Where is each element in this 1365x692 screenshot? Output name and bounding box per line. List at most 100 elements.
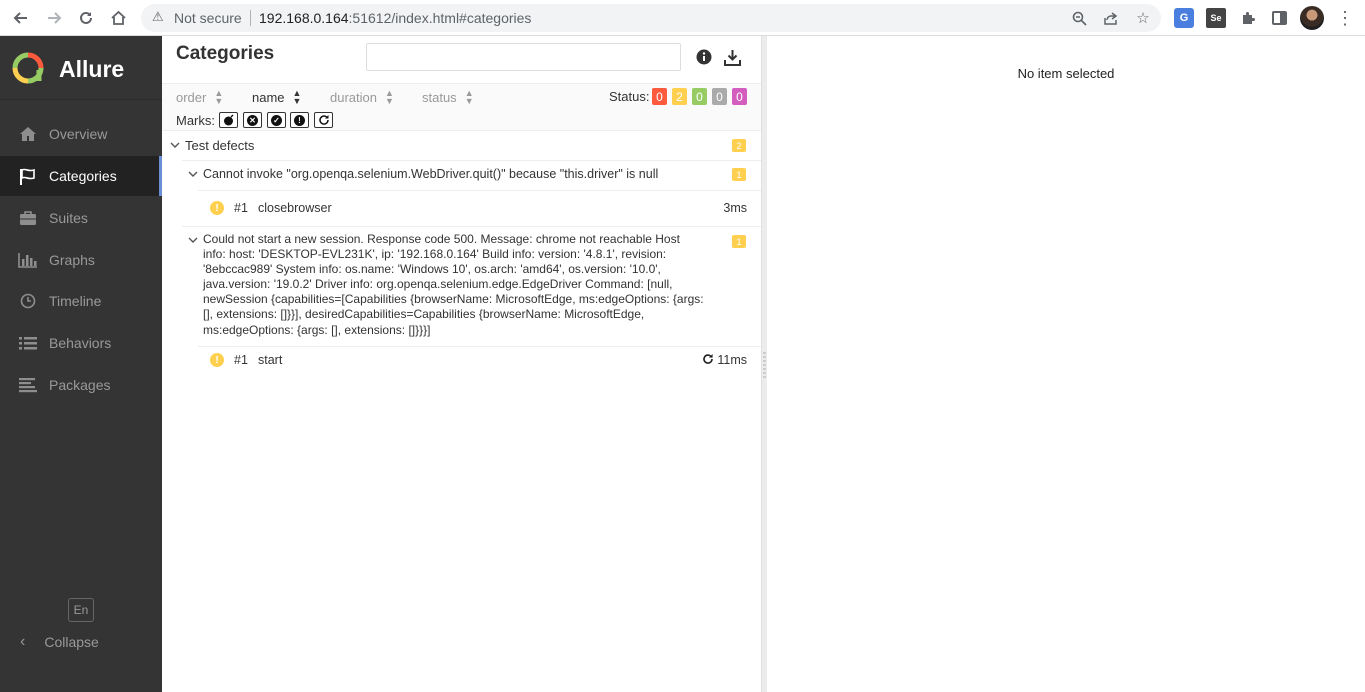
sidebar-item-categories[interactable]: Categories bbox=[0, 156, 162, 196]
share-icon[interactable] bbox=[1101, 8, 1121, 28]
warning-icon[interactable]: ⚠ bbox=[152, 9, 164, 25]
test-name: start bbox=[258, 353, 283, 367]
chevron-down-icon bbox=[170, 140, 180, 150]
chevron-down-icon bbox=[188, 169, 198, 179]
sidebar-item-label: Graphs bbox=[49, 252, 95, 268]
browser-toolbar: ⚠ Not secure 192.168.0.164:51612/index.h… bbox=[0, 0, 1365, 36]
browser-menu-icon[interactable]: ⋮ bbox=[1336, 8, 1354, 28]
test-duration: 3ms bbox=[723, 201, 747, 215]
error-message-line: ms:edgeOptions: {args: [], extensions: [… bbox=[203, 322, 431, 337]
chevron-left-icon: ‹ bbox=[20, 633, 26, 650]
security-status[interactable]: Not secure bbox=[174, 10, 242, 26]
error-message: Could not start a new session. Response … bbox=[203, 232, 728, 338]
selenium-ide-icon[interactable]: Se bbox=[1206, 8, 1226, 28]
mark-flaky-toggle[interactable] bbox=[219, 112, 238, 128]
sidebar-item-label: Timeline bbox=[49, 293, 102, 309]
language-button[interactable]: En bbox=[68, 598, 94, 622]
error-group-row[interactable]: Could not start a new session. Response … bbox=[182, 227, 761, 345]
sort-label: order bbox=[176, 89, 207, 105]
forward-icon[interactable] bbox=[42, 6, 66, 30]
address-bar[interactable]: ⚠ Not secure 192.168.0.164:51612/index.h… bbox=[141, 4, 1161, 32]
flag-icon bbox=[17, 167, 39, 185]
brand[interactable]: Allure bbox=[0, 36, 162, 100]
sidebar-item-suites[interactable]: Suites bbox=[0, 198, 162, 238]
error-group-row[interactable]: Cannot invoke "org.openqa.selenium.WebDr… bbox=[182, 161, 761, 189]
download-icon[interactable] bbox=[723, 48, 741, 66]
divider bbox=[250, 10, 251, 26]
url-text[interactable]: 192.168.0.164:51612/index.html#categorie… bbox=[259, 10, 531, 26]
back-icon[interactable] bbox=[9, 6, 33, 30]
detail-pane: No item selected bbox=[767, 36, 1365, 692]
side-panel-icon[interactable] bbox=[1272, 11, 1287, 25]
sort-by-status[interactable]: status ▲ ▼ bbox=[422, 88, 474, 106]
broken-status-icon: ! bbox=[210, 353, 224, 367]
sort-filter-bar: order ▲ ▼ name ▲ ▼ duration ▲ ▼ status ▲ ▼ S… bbox=[162, 83, 761, 131]
error-message-line: info: host: 'DESKTOP-EVL231K', ip: '192.… bbox=[203, 247, 667, 262]
test-result-row[interactable]: ! #1 start 11ms bbox=[198, 346, 761, 374]
list-icon bbox=[17, 334, 39, 352]
home-icon[interactable] bbox=[106, 6, 130, 30]
error-message-line: Could not start a new session. Response … bbox=[203, 232, 680, 246]
reload-icon[interactable] bbox=[74, 6, 98, 30]
test-name: closebrowser bbox=[258, 201, 332, 215]
sidebar-item-label: Suites bbox=[49, 210, 88, 226]
category-row[interactable]: Test defects 2 bbox=[162, 132, 761, 160]
mark-new-broken-toggle[interactable]: ! bbox=[290, 112, 309, 128]
error-message-line: newSession {capabilities=[Capabilities {… bbox=[203, 292, 704, 307]
profile-avatar[interactable] bbox=[1300, 6, 1324, 30]
sidebar-item-behaviors[interactable]: Behaviors bbox=[0, 323, 162, 363]
categories-pane: Categories order ▲ ▼ name ▲ ▼ duration ▲ ▼ … bbox=[162, 36, 761, 692]
sort-arrows-icon: ▲ ▼ bbox=[214, 88, 224, 106]
url-path: :51612/index.html#categories bbox=[348, 10, 532, 26]
retry-icon bbox=[703, 354, 713, 364]
search-input[interactable] bbox=[366, 43, 681, 71]
test-result-row[interactable]: ! #1 closebrowser 3ms bbox=[198, 190, 761, 226]
sort-arrows-icon: ▲ ▼ bbox=[384, 88, 394, 106]
sidebar-item-graphs[interactable]: Graphs bbox=[0, 240, 162, 280]
url-host: 192.168.0.164 bbox=[259, 10, 349, 26]
info-icon[interactable] bbox=[695, 48, 713, 66]
sort-by-name[interactable]: name ▲ ▼ bbox=[252, 88, 302, 106]
sort-arrows-icon: ▲ ▼ bbox=[464, 88, 474, 106]
sidebar-item-timeline[interactable]: Timeline bbox=[0, 281, 162, 321]
status-filter-label: Status: bbox=[609, 89, 650, 104]
sidebar-item-label: Packages bbox=[49, 377, 111, 393]
empty-state-text: No item selected bbox=[1017, 66, 1115, 81]
chevron-down-icon bbox=[188, 235, 198, 245]
group-count-badge: 1 bbox=[732, 235, 746, 248]
test-index: #1 bbox=[234, 201, 248, 215]
collapse-button[interactable]: ‹ Collapse bbox=[0, 632, 162, 652]
sort-by-duration[interactable]: duration ▲ ▼ bbox=[330, 88, 394, 106]
zoom-icon[interactable] bbox=[1069, 8, 1089, 28]
sort-arrows-icon: ▲ ▼ bbox=[292, 88, 302, 106]
mark-retries-toggle[interactable] bbox=[314, 112, 333, 128]
sidebar-item-packages[interactable]: Packages bbox=[0, 365, 162, 405]
bomb-icon bbox=[223, 114, 233, 126]
sidebar: Allure Overview Categories Suites Graphs… bbox=[0, 36, 162, 692]
status-skipped-toggle[interactable]: 0 bbox=[712, 88, 727, 105]
status-failed-toggle[interactable]: 0 bbox=[652, 88, 667, 105]
mark-new-failed-toggle[interactable]: ✕ bbox=[243, 112, 262, 128]
marks-filter-label: Marks: bbox=[176, 113, 215, 128]
mark-new-passed-toggle[interactable]: ✓ bbox=[267, 112, 286, 128]
sidebar-item-label: Categories bbox=[49, 168, 117, 184]
bar-chart-icon bbox=[17, 251, 39, 269]
allure-logo-icon bbox=[12, 52, 44, 84]
status-broken-toggle[interactable]: 2 bbox=[672, 88, 687, 105]
test-duration: 11ms bbox=[717, 353, 747, 367]
drag-handle-icon[interactable] bbox=[763, 352, 766, 378]
error-message-line: java.version: '19.0.2' Driver info: org.… bbox=[203, 277, 673, 292]
error-message: Cannot invoke "org.openqa.selenium.WebDr… bbox=[203, 167, 659, 181]
align-left-icon bbox=[17, 376, 39, 394]
sidebar-item-overview[interactable]: Overview bbox=[0, 114, 162, 154]
home-icon bbox=[17, 125, 39, 143]
status-unknown-toggle[interactable]: 0 bbox=[732, 88, 747, 105]
category-name: Test defects bbox=[185, 138, 255, 153]
google-translate-icon[interactable]: G bbox=[1174, 8, 1194, 28]
sort-by-order[interactable]: order ▲ ▼ bbox=[176, 88, 224, 106]
status-passed-toggle[interactable]: 0 bbox=[692, 88, 707, 105]
page-title: Categories bbox=[176, 43, 275, 64]
bookmark-star-icon[interactable]: ☆ bbox=[1133, 8, 1153, 28]
extensions-puzzle-icon[interactable] bbox=[1238, 8, 1258, 28]
sort-label: status bbox=[422, 89, 457, 105]
